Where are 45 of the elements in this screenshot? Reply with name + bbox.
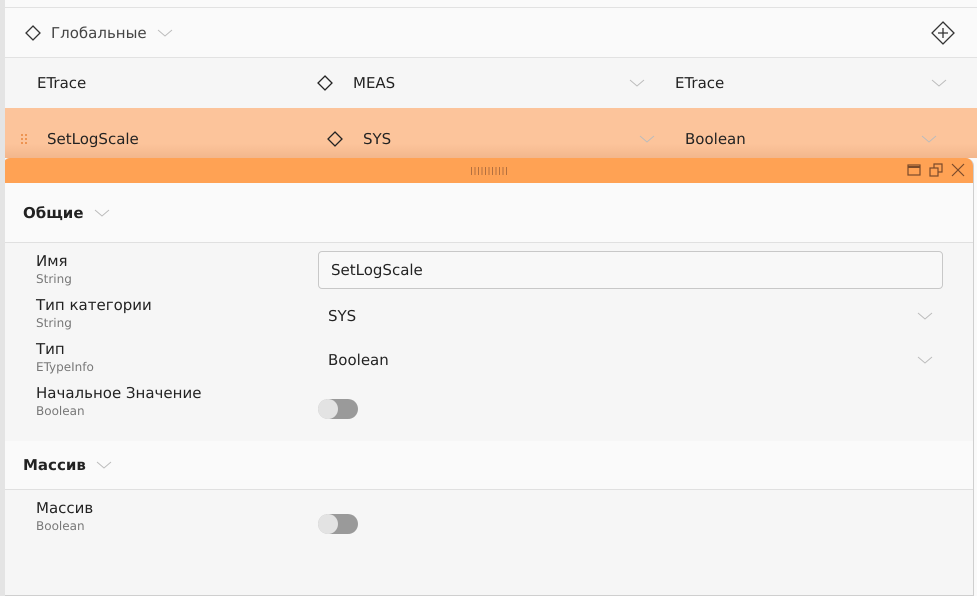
category-value[interactable]: MEAS (353, 74, 609, 92)
property-label: Массив (36, 498, 94, 518)
add-button[interactable] (931, 20, 955, 44)
property-type: ETypeInfo (36, 359, 95, 375)
section-title: Массив (23, 456, 86, 474)
property-type: String (36, 315, 73, 331)
section-title: Общие (23, 204, 84, 222)
property-type: String (36, 271, 73, 287)
type-value[interactable]: Boolean (685, 130, 921, 148)
property-type: Boolean (36, 518, 86, 534)
chevron-icon[interactable] (629, 78, 645, 88)
chevron-icon[interactable] (639, 134, 655, 144)
property-label: Имя (36, 251, 69, 271)
table-row[interactable]: SetLogScale SYS Boolean (5, 108, 977, 158)
add-diamond-icon (931, 20, 955, 44)
close-icon[interactable] (951, 163, 965, 177)
chevron-icon[interactable] (96, 460, 112, 470)
chevron-icon[interactable] (921, 134, 937, 144)
group-title: Глобальные (51, 24, 147, 42)
chevron-icon[interactable] (94, 208, 110, 218)
chevron-icon[interactable] (917, 355, 933, 365)
property-type: Boolean (36, 403, 86, 419)
maximize-icon[interactable] (907, 163, 921, 177)
diamond-icon (317, 75, 333, 91)
property-label: Тип (36, 339, 66, 359)
chevron-icon[interactable] (156, 28, 173, 38)
dropdown[interactable]: Boolean (318, 339, 943, 369)
toggle-switch[interactable] (318, 514, 358, 534)
diamond-icon (25, 24, 41, 40)
row-name: SetLogScale (47, 130, 139, 148)
category-value[interactable]: SYS (363, 130, 619, 148)
chevron-icon[interactable] (917, 311, 933, 321)
restore-icon[interactable] (929, 163, 943, 177)
toggle-switch[interactable] (318, 399, 358, 419)
table-row[interactable]: ETrace MEAS ETrace (5, 58, 977, 108)
dropdown[interactable]: SYS (318, 295, 943, 325)
chevron-icon[interactable] (931, 78, 947, 88)
row-name: ETrace (37, 74, 86, 92)
type-value[interactable]: ETrace (675, 74, 931, 92)
property-label: Тип категории (36, 295, 153, 315)
name-input-field[interactable]: SetLogScale (318, 251, 943, 289)
property-label: Начальное Значение (36, 383, 202, 403)
diamond-icon (327, 131, 343, 147)
drag-handle-icon[interactable] (20, 133, 28, 145)
grip-icon[interactable] (468, 166, 508, 174)
